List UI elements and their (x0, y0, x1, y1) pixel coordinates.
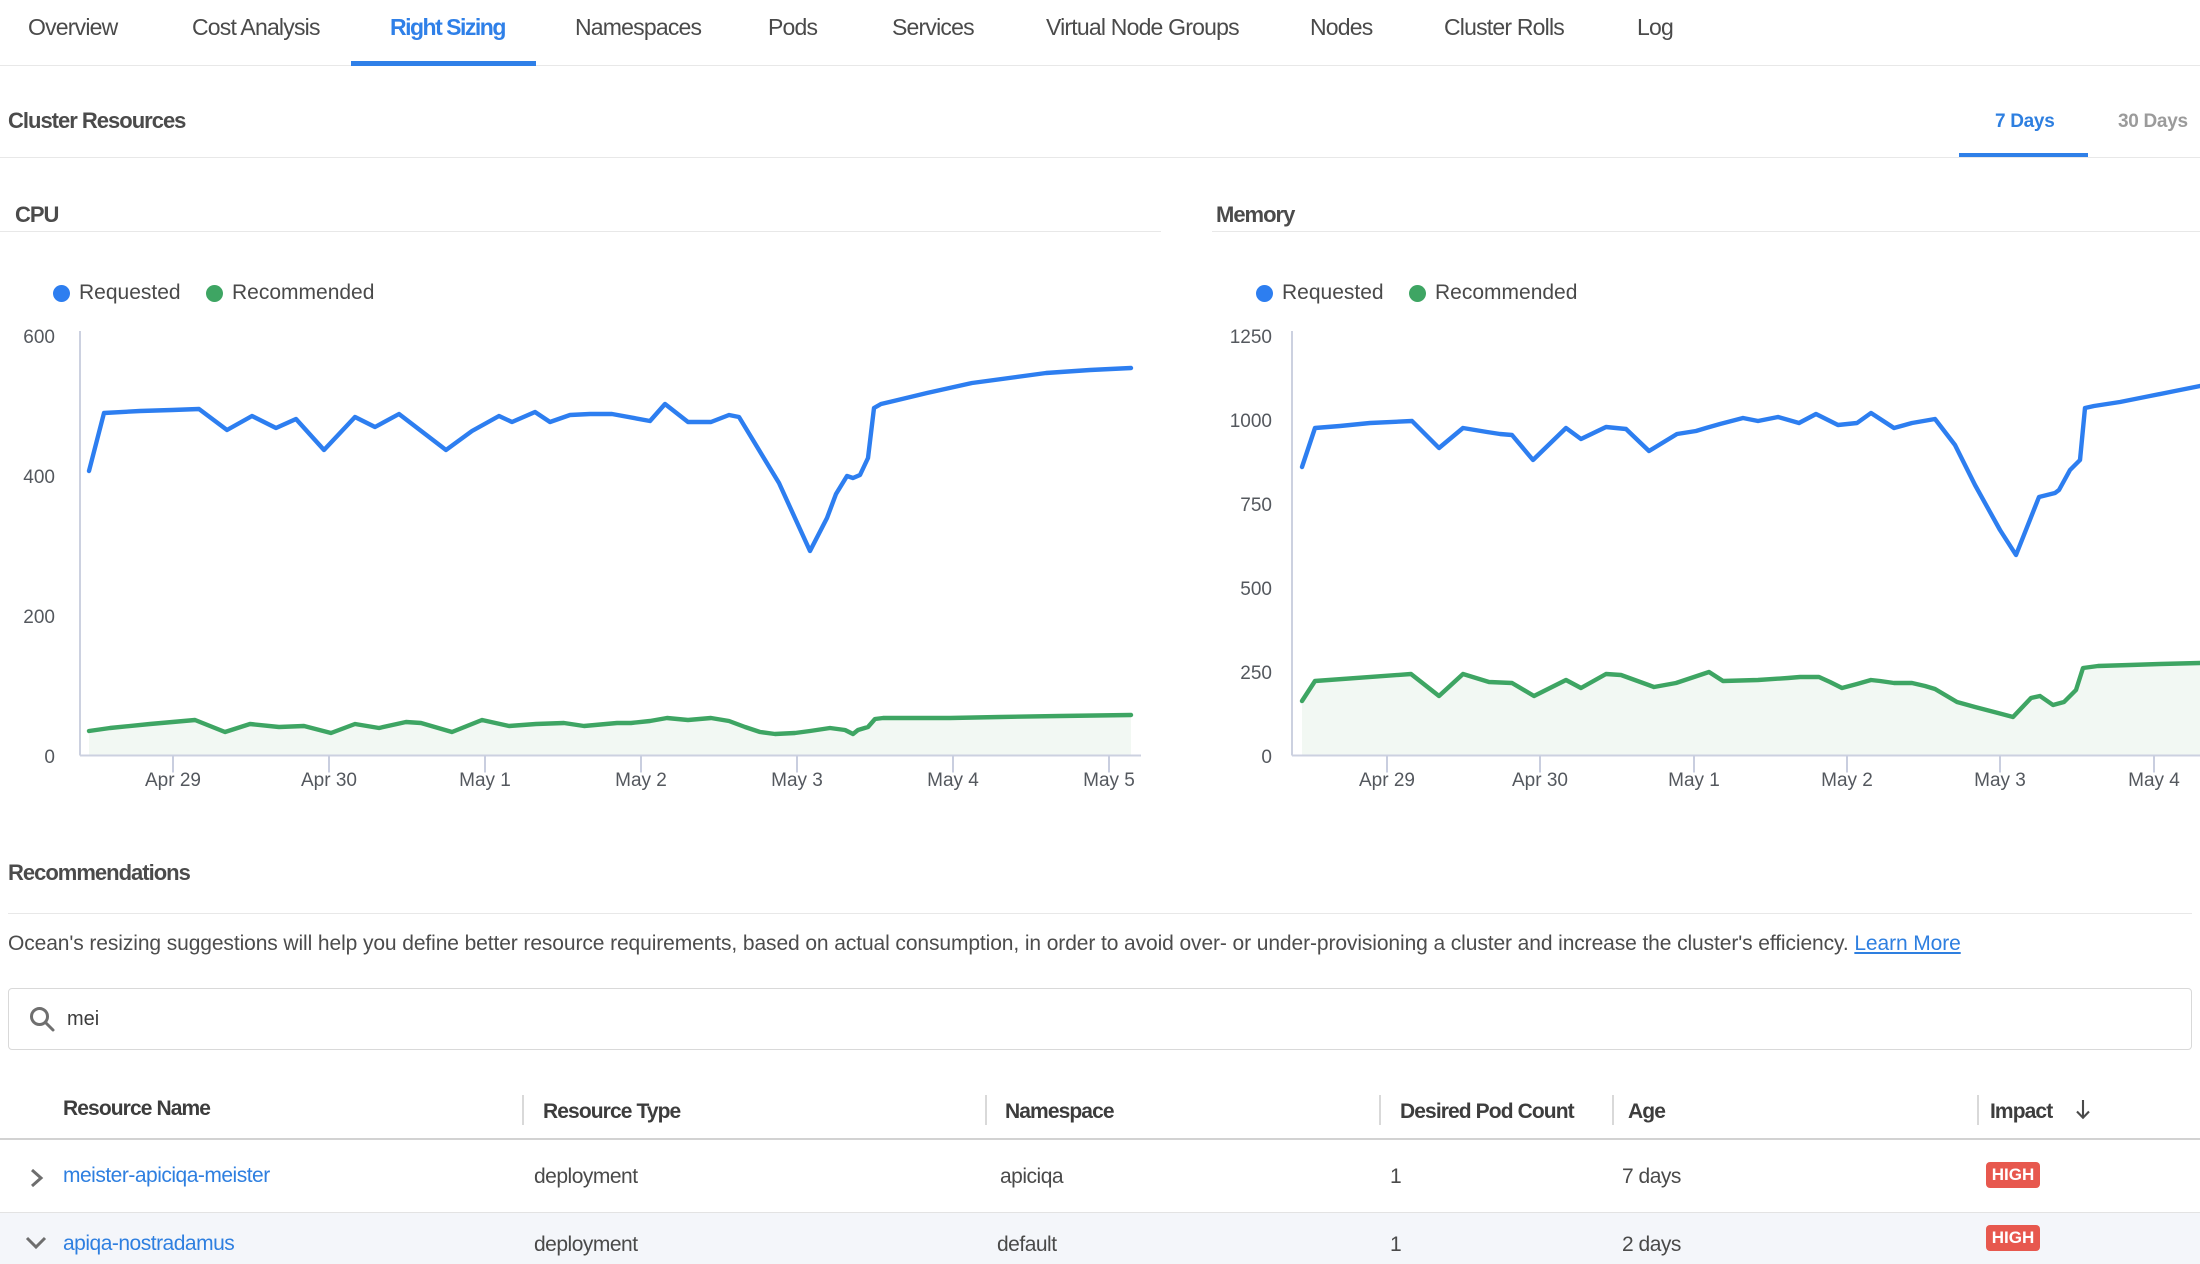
svg-text:May 3: May 3 (771, 770, 823, 791)
svg-text:Apr 29: Apr 29 (145, 770, 201, 791)
svg-text:May 5: May 5 (1083, 770, 1135, 791)
svg-text:May 3: May 3 (1974, 770, 2026, 791)
svg-text:May 2: May 2 (615, 770, 667, 791)
svg-text:Apr 30: Apr 30 (301, 770, 357, 791)
svg-text:Apr 30: Apr 30 (1512, 770, 1568, 791)
svg-text:0: 0 (44, 747, 55, 768)
svg-text:May 4: May 4 (927, 770, 979, 791)
svg-text:May 2: May 2 (1821, 770, 1873, 791)
svg-text:1000: 1000 (1230, 411, 1272, 432)
svg-text:250: 250 (1240, 663, 1272, 684)
svg-text:500: 500 (1240, 579, 1272, 600)
svg-text:1250: 1250 (1230, 327, 1272, 348)
svg-text:750: 750 (1240, 495, 1272, 516)
svg-text:May 4: May 4 (2128, 770, 2180, 791)
svg-text:400: 400 (23, 467, 55, 488)
svg-text:200: 200 (23, 607, 55, 628)
svg-text:May 1: May 1 (1668, 770, 1720, 791)
svg-text:600: 600 (23, 327, 55, 348)
svg-text:Apr 29: Apr 29 (1359, 770, 1415, 791)
svg-text:0: 0 (1261, 747, 1272, 768)
svg-text:May 1: May 1 (459, 770, 511, 791)
